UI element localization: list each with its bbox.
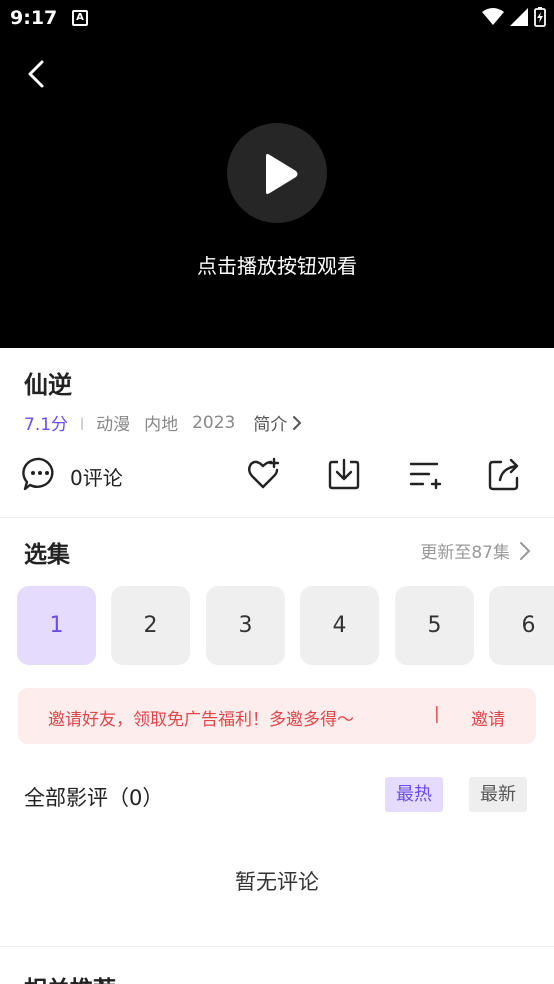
intro-label: 简介 — [253, 415, 288, 435]
region: 内地 — [144, 415, 179, 435]
genre: 动漫 — [96, 415, 131, 435]
meta-row: 7.1分 | 动漫 内地 2023 简介 — [24, 410, 304, 435]
notification-icon: A — [72, 10, 88, 26]
year: 2023 — [192, 412, 236, 433]
status-time: 9:17 — [10, 7, 58, 29]
battery-icon — [534, 7, 546, 27]
comment-icon — [22, 457, 54, 491]
invite-button[interactable]: 邀请 — [471, 705, 505, 730]
empty-reviews-text: 暂无评论 — [235, 870, 319, 894]
episode-2[interactable]: 2 — [111, 586, 190, 665]
chevron-right-icon — [293, 415, 302, 430]
chevron-left-icon — [28, 60, 44, 88]
play-icon — [266, 154, 298, 194]
related-section-title: 相关推荐 — [24, 970, 116, 984]
episode-4[interactable]: 4 — [300, 586, 379, 665]
invite-banner[interactable]: 邀请好友，领取免广告福利！多邀多得～ | 邀请 — [18, 688, 536, 744]
episode-1[interactable]: 1 — [17, 586, 96, 665]
favorite-button[interactable] — [247, 456, 281, 492]
comment-button[interactable] — [22, 456, 58, 496]
score: 7.1分 — [24, 415, 69, 435]
episodes-more-link[interactable]: 更新至87集 — [420, 538, 532, 563]
download-icon — [328, 458, 360, 490]
invite-text: 邀请好友，领取免广告福利！多邀多得～ — [48, 710, 354, 730]
back-button[interactable] — [20, 56, 54, 92]
share-button[interactable] — [487, 456, 521, 492]
share-icon — [488, 458, 519, 491]
status-icons — [482, 7, 546, 27]
add-to-list-button[interactable] — [408, 456, 442, 492]
episodes-title: 选集 — [24, 542, 70, 568]
invite-divider: | — [434, 704, 440, 724]
meta-separator: | — [80, 415, 85, 430]
video-player[interactable]: 9:17 A 点击播放按钮观看 — [0, 0, 554, 348]
episode-6[interactable]: 6 — [489, 586, 554, 665]
wifi-icon — [482, 8, 504, 25]
play-hint: 点击播放按钮观看 — [197, 254, 357, 278]
download-button[interactable] — [327, 456, 361, 492]
intro-link[interactable]: 简介 — [253, 410, 304, 435]
episode-3[interactable]: 3 — [206, 586, 285, 665]
reviews-title: 全部影评（0） — [24, 786, 164, 810]
divider — [0, 517, 554, 518]
comment-count[interactable]: 0评论 — [70, 462, 123, 491]
page-title: 仙逆 — [24, 371, 72, 399]
episode-5[interactable]: 5 — [395, 586, 474, 665]
signal-icon — [510, 8, 528, 26]
action-row: 0评论 — [0, 452, 554, 498]
heart-plus-icon — [248, 457, 280, 489]
sort-new-tab[interactable]: 最新 — [469, 777, 527, 812]
playlist-add-icon — [409, 462, 442, 490]
divider — [0, 946, 554, 947]
sort-hot-tab[interactable]: 最热 — [385, 777, 443, 812]
play-button[interactable] — [227, 123, 327, 223]
episodes-update-label: 更新至87集 — [420, 543, 510, 563]
chevron-right-icon — [520, 541, 531, 560]
